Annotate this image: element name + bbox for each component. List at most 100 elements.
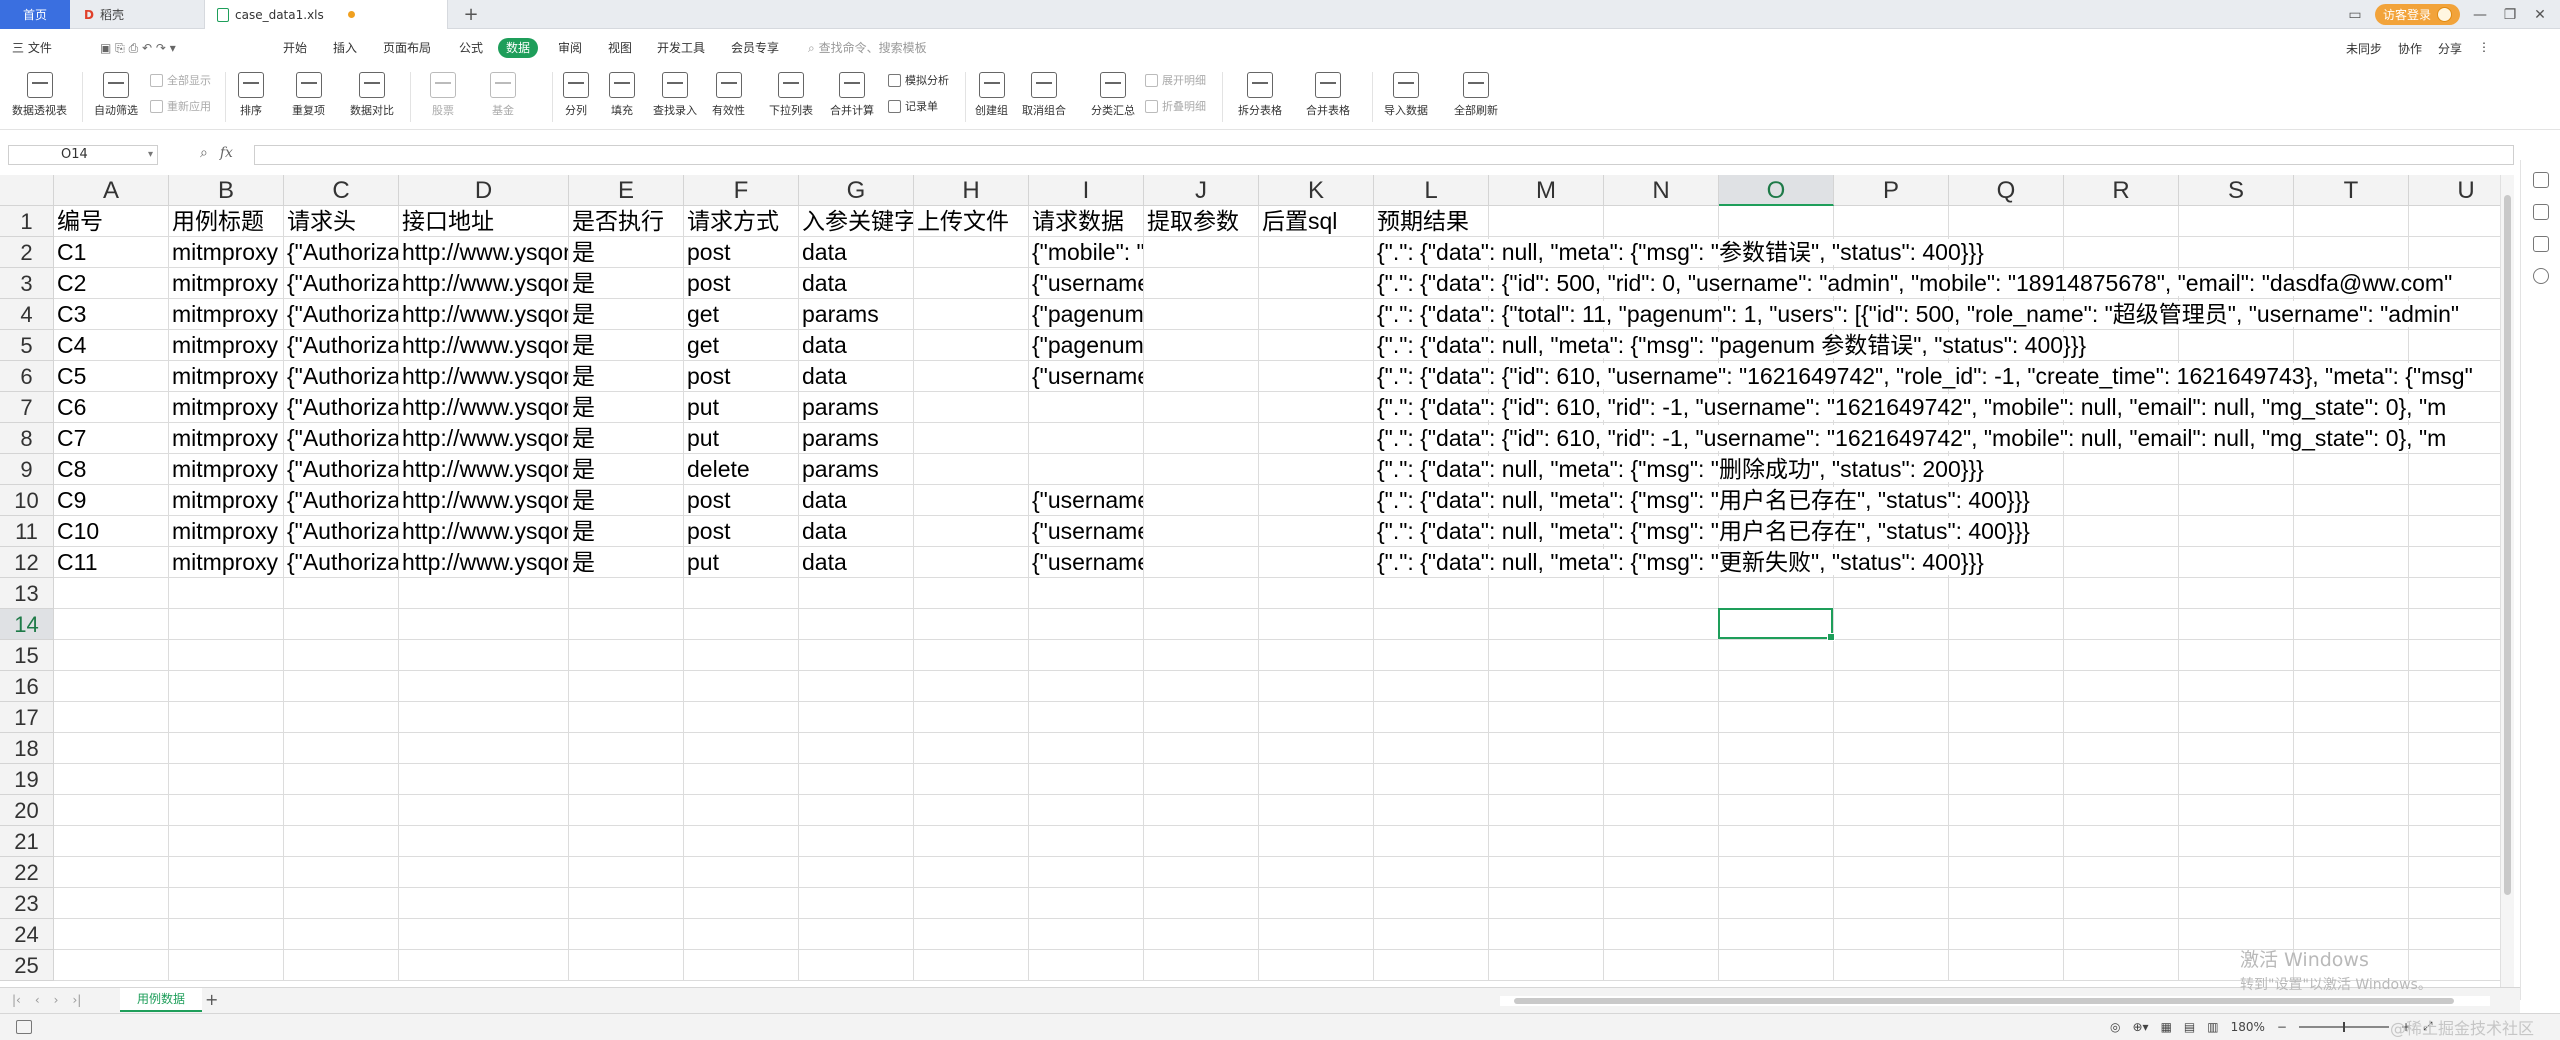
cell[interactable] <box>2064 702 2179 733</box>
cell[interactable] <box>399 919 569 950</box>
cell[interactable] <box>2179 640 2294 671</box>
shape-icon[interactable] <box>2533 236 2549 252</box>
cell[interactable] <box>1949 640 2064 671</box>
cell[interactable] <box>569 919 684 950</box>
row-header[interactable]: 25 <box>0 950 54 981</box>
cell[interactable] <box>1029 392 1144 423</box>
cell[interactable] <box>1604 764 1719 795</box>
cell[interactable] <box>2064 888 2179 919</box>
cell[interactable] <box>1719 857 1834 888</box>
stock-button[interactable]: 股票 <box>430 72 456 118</box>
cell[interactable] <box>2064 578 2179 609</box>
cell[interactable] <box>54 857 169 888</box>
cell[interactable] <box>1144 268 1259 299</box>
cell[interactable] <box>1144 547 1259 578</box>
cell[interactable] <box>1259 640 1374 671</box>
row-header[interactable]: 6 <box>0 361 54 392</box>
cell[interactable]: {"Authorization <box>284 299 399 330</box>
cell[interactable] <box>1144 950 1259 981</box>
cell[interactable] <box>284 888 399 919</box>
cell[interactable] <box>1259 702 1374 733</box>
cell[interactable]: mitmproxy <box>169 268 284 299</box>
cell[interactable] <box>54 826 169 857</box>
cell[interactable] <box>2064 454 2179 485</box>
settings-icon[interactable] <box>2533 204 2549 220</box>
cell[interactable] <box>2064 516 2179 547</box>
cell[interactable] <box>2294 485 2409 516</box>
row-header[interactable]: 24 <box>0 919 54 950</box>
row-header[interactable]: 14 <box>0 609 54 640</box>
cell[interactable] <box>284 640 399 671</box>
cell[interactable]: mitmproxy <box>169 392 284 423</box>
column-header[interactable]: M <box>1489 175 1604 206</box>
cell[interactable]: post <box>684 516 799 547</box>
cell[interactable] <box>2064 485 2179 516</box>
cell[interactable] <box>1374 578 1489 609</box>
cell[interactable] <box>1719 206 1834 237</box>
cell[interactable]: {"Authorization <box>284 516 399 547</box>
cell[interactable] <box>1029 795 1144 826</box>
column-header[interactable]: K <box>1259 175 1374 206</box>
cell[interactable] <box>1719 950 1834 981</box>
cell[interactable] <box>1144 330 1259 361</box>
menu-insert[interactable]: 插入 <box>333 38 357 58</box>
page-break-view-icon[interactable]: ▥ <box>2207 1020 2218 1034</box>
layout-icon[interactable]: ▭ <box>2345 7 2365 23</box>
cell[interactable] <box>799 888 914 919</box>
cell[interactable] <box>284 826 399 857</box>
cell[interactable] <box>2409 764 2500 795</box>
cell[interactable] <box>1719 764 1834 795</box>
row-header[interactable]: 12 <box>0 547 54 578</box>
cell[interactable] <box>684 950 799 981</box>
cell[interactable] <box>1489 795 1604 826</box>
cell[interactable] <box>1604 206 1719 237</box>
cell[interactable] <box>799 733 914 764</box>
cell[interactable] <box>1029 857 1144 888</box>
column-header[interactable]: N <box>1604 175 1719 206</box>
cell[interactable] <box>1144 919 1259 950</box>
cell[interactable] <box>914 950 1029 981</box>
row-header[interactable]: 4 <box>0 299 54 330</box>
row-header[interactable]: 2 <box>0 237 54 268</box>
cell[interactable] <box>569 671 684 702</box>
cell[interactable] <box>399 702 569 733</box>
cell[interactable] <box>2064 857 2179 888</box>
cell[interactable] <box>1029 609 1144 640</box>
cell[interactable] <box>1834 578 1949 609</box>
cell[interactable] <box>1029 764 1144 795</box>
cell[interactable]: data <box>799 547 914 578</box>
cell[interactable]: 后置sql <box>1259 206 1374 237</box>
cell[interactable]: {"Authorization <box>284 423 399 454</box>
cell[interactable] <box>1834 857 1949 888</box>
column-header[interactable]: Q <box>1949 175 2064 206</box>
expand-detail-button[interactable]: 展开明细 <box>1145 72 1206 88</box>
row-header[interactable]: 16 <box>0 671 54 702</box>
cell[interactable] <box>914 547 1029 578</box>
cell[interactable] <box>569 702 684 733</box>
cell[interactable]: http://www.ysqorz <box>399 423 569 454</box>
cell[interactable] <box>2179 454 2294 485</box>
menu-view[interactable]: 视图 <box>608 38 632 58</box>
cell[interactable]: 是 <box>569 516 684 547</box>
cell[interactable] <box>1144 516 1259 547</box>
cell[interactable] <box>169 609 284 640</box>
cell[interactable] <box>914 764 1029 795</box>
cell[interactable] <box>1029 640 1144 671</box>
cell[interactable] <box>2294 733 2409 764</box>
cell[interactable] <box>169 702 284 733</box>
cell[interactable]: {"Authorization <box>284 330 399 361</box>
cell[interactable]: 入参关键字 <box>799 206 914 237</box>
cell[interactable] <box>2179 578 2294 609</box>
cell[interactable] <box>54 764 169 795</box>
zoom-level[interactable]: 180% <box>2231 1020 2265 1034</box>
cell[interactable] <box>914 361 1029 392</box>
cell[interactable] <box>1719 888 1834 919</box>
cell[interactable] <box>169 671 284 702</box>
cell[interactable] <box>2409 888 2500 919</box>
cell[interactable] <box>284 764 399 795</box>
menu-page-layout[interactable]: 页面布局 <box>383 38 431 58</box>
cell[interactable] <box>399 578 569 609</box>
cell[interactable] <box>1029 950 1144 981</box>
cell[interactable] <box>1834 702 1949 733</box>
cell[interactable] <box>1259 392 1374 423</box>
